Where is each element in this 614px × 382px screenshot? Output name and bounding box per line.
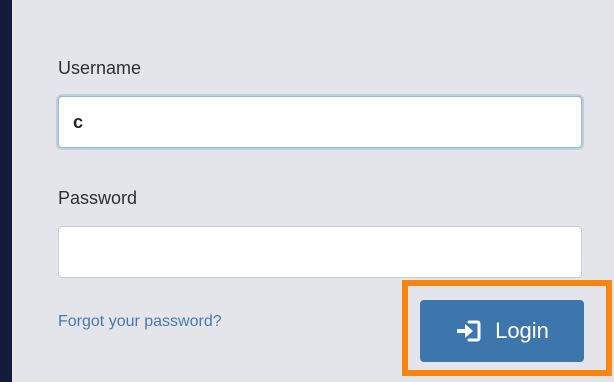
- password-field[interactable]: [58, 226, 582, 278]
- forgot-password-link[interactable]: Forgot your password?: [58, 313, 222, 331]
- username-field[interactable]: [58, 96, 582, 148]
- login-button[interactable]: Login: [420, 300, 584, 362]
- login-panel: Username Password Forgot your password? …: [12, 0, 614, 382]
- password-label: Password: [58, 188, 138, 208]
- sign-in-icon: [455, 319, 481, 343]
- login-label: Login: [495, 318, 549, 343]
- username-label: Username: [58, 58, 142, 78]
